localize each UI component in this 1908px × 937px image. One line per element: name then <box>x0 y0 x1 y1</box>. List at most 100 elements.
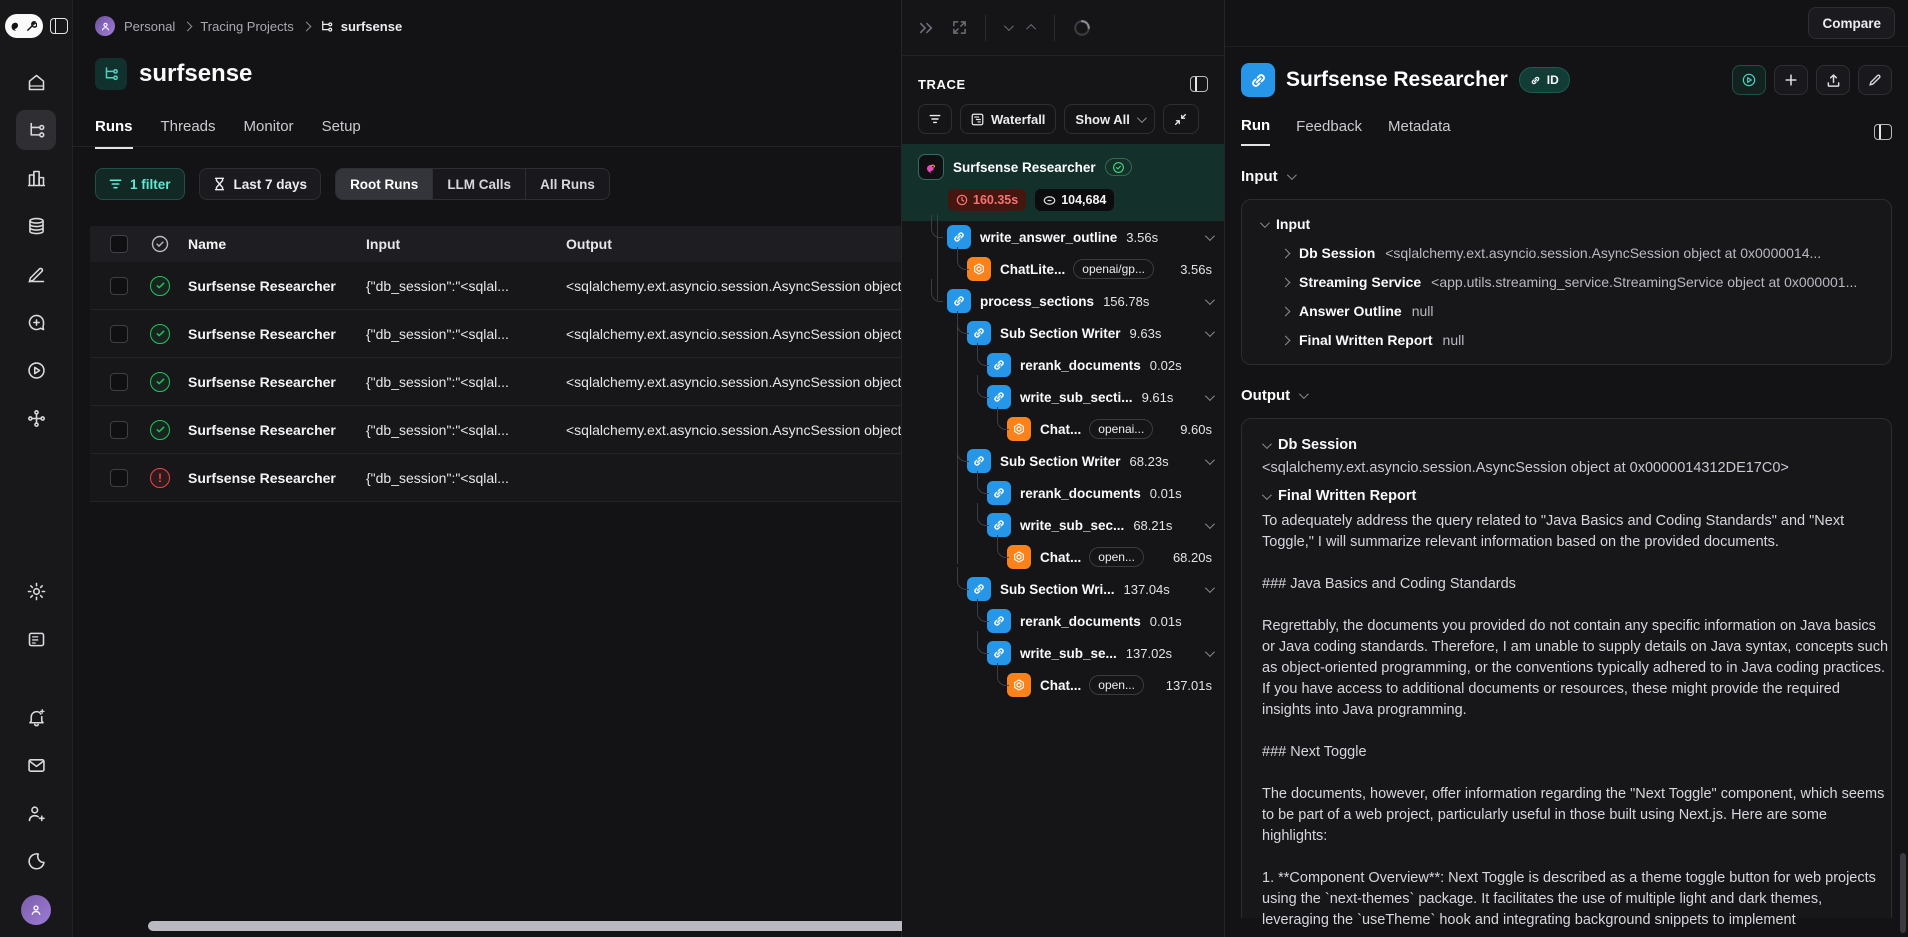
chevron-down-icon[interactable] <box>1205 327 1215 337</box>
tab-metadata[interactable]: Metadata <box>1388 118 1451 145</box>
open-in-playground-button[interactable] <box>1732 65 1766 95</box>
main-tab[interactable]: Setup <box>322 118 361 149</box>
tab-feedback[interactable]: Feedback <box>1296 118 1362 145</box>
run-name[interactable]: Surfsense Researcher <box>188 470 366 486</box>
trace-node-row[interactable]: Sub Section Writer 9.63s <box>902 317 1224 349</box>
segment-option[interactable]: LLM Calls <box>433 169 526 199</box>
sidebar-item-dashboards[interactable] <box>16 158 56 198</box>
chevron-down-icon[interactable] <box>1205 519 1215 529</box>
share-button[interactable] <box>1816 65 1850 95</box>
chevron-right-icon[interactable] <box>1282 277 1290 287</box>
collapse-all-button[interactable] <box>1163 104 1199 134</box>
add-to-dataset-button[interactable] <box>1774 65 1808 95</box>
horizontal-scrollbar[interactable] <box>148 921 966 931</box>
user-avatar[interactable] <box>21 895 51 925</box>
output-db-session-node[interactable]: Db Session <box>1262 437 1871 453</box>
run-id-badge[interactable]: ID <box>1519 67 1570 93</box>
trace-node-row[interactable]: rerank_documents 0.01s <box>902 477 1224 509</box>
next-run-chevron-icon[interactable] <box>1026 24 1036 34</box>
breadcrumb-tracing-projects[interactable]: Tracing Projects <box>200 19 293 34</box>
row-checkbox[interactable] <box>110 469 128 487</box>
breadcrumb-personal[interactable]: Personal <box>124 19 175 34</box>
table-row[interactable]: ! Surfsense Researcher {"db_session":"<s… <box>90 262 901 310</box>
trace-node-row[interactable]: write_sub_secti... 9.61s <box>902 381 1224 413</box>
date-range-button[interactable]: Last 7 days <box>199 168 322 200</box>
tab-run[interactable]: Run <box>1241 117 1270 146</box>
output-report-node[interactable]: Final Written Report <box>1262 488 1871 504</box>
trace-node-row[interactable]: Chat... open... 137.01s <box>902 669 1224 701</box>
prev-run-chevron-icon[interactable] <box>1004 21 1014 31</box>
edit-button[interactable] <box>1858 65 1892 95</box>
sidebar-item-annotations[interactable] <box>16 254 56 294</box>
run-name[interactable]: Surfsense Researcher <box>188 278 366 294</box>
sidebar-item-mail[interactable] <box>16 745 56 785</box>
sidebar-item-datasets[interactable] <box>16 206 56 246</box>
select-all-checkbox[interactable] <box>110 235 128 253</box>
chevron-down-icon[interactable] <box>1205 295 1215 305</box>
input-field-row[interactable]: Final Written Report null <box>1282 332 1873 348</box>
trace-node-row[interactable]: Sub Section Writer 68.23s <box>902 445 1224 477</box>
table-row[interactable]: ! Surfsense Researcher {"db_session":"<s… <box>90 406 901 454</box>
trace-node-row[interactable]: rerank_documents 0.01s <box>902 605 1224 637</box>
trace-node-row[interactable]: write_sub_se... 137.02s <box>902 637 1224 669</box>
segment-option[interactable]: Root Runs <box>336 169 433 199</box>
input-field-row[interactable]: Streaming Service <app.utils.streaming_s… <box>1282 274 1873 290</box>
column-header-output[interactable]: Output <box>566 236 901 252</box>
sidebar-item-invite-user[interactable] <box>16 793 56 833</box>
table-row[interactable]: ! Surfsense Researcher {"db_session":"<s… <box>90 358 901 406</box>
run-name[interactable]: Surfsense Researcher <box>188 422 366 438</box>
sidebar-item-dark-mode[interactable] <box>16 841 56 881</box>
input-root-node[interactable]: Input <box>1260 216 1873 232</box>
trace-node-row[interactable]: rerank_documents 0.02s <box>902 349 1224 381</box>
chevron-right-icon[interactable] <box>1282 306 1290 316</box>
sidebar-item-home[interactable] <box>16 62 56 102</box>
row-checkbox[interactable] <box>110 277 128 295</box>
waterfall-view-button[interactable]: Waterfall <box>960 104 1056 134</box>
table-row[interactable]: ! Surfsense Researcher {"db_session":"<s… <box>90 310 901 358</box>
segment-option[interactable]: All Runs <box>526 169 609 199</box>
chevron-down-icon[interactable] <box>1205 391 1215 401</box>
sidebar-item-notifications[interactable] <box>16 697 56 737</box>
sidebar-item-docs[interactable] <box>16 619 56 659</box>
sidebar-item-prompts[interactable] <box>16 302 56 342</box>
run-name[interactable]: Surfsense Researcher <box>188 374 366 390</box>
double-chevron-right-icon[interactable] <box>918 21 934 35</box>
collapse-sidebar-icon[interactable] <box>50 18 68 34</box>
row-checkbox[interactable] <box>110 325 128 343</box>
trace-node-row[interactable]: write_sub_sec... 68.21s <box>902 509 1224 541</box>
expand-fullscreen-icon[interactable] <box>952 20 967 35</box>
split-panel-icon[interactable] <box>1190 76 1208 92</box>
column-header-input[interactable]: Input <box>366 236 566 252</box>
trace-node-row[interactable]: process_sections 156.78s <box>902 285 1224 317</box>
trace-filter-button[interactable] <box>918 104 952 134</box>
trace-root-row[interactable]: Surfsense Researcher 160.35s 104,684 <box>902 144 1224 221</box>
show-all-dropdown[interactable]: Show All <box>1064 104 1154 134</box>
column-header-name[interactable]: Name <box>188 236 366 252</box>
input-field-row[interactable]: Answer Outline null <box>1282 303 1873 319</box>
langsmith-logo[interactable] <box>5 14 43 38</box>
vertical-scrollbar[interactable] <box>1900 853 1906 933</box>
trace-node-row[interactable]: Sub Section Wri... 137.04s <box>902 573 1224 605</box>
row-checkbox[interactable] <box>110 421 128 439</box>
chevron-down-icon[interactable] <box>1205 455 1215 465</box>
trace-node-row[interactable]: Chat... openai... 9.60s <box>902 413 1224 445</box>
output-section-heading[interactable]: Output <box>1225 365 1908 404</box>
row-checkbox[interactable] <box>110 373 128 391</box>
filter-count-button[interactable]: 1 filter <box>95 168 185 200</box>
sidebar-item-tracing-projects[interactable] <box>16 110 56 150</box>
main-tab[interactable]: Threads <box>161 118 216 149</box>
breadcrumb-current[interactable]: surfsense <box>319 19 402 34</box>
chevron-right-icon[interactable] <box>1282 335 1290 345</box>
trace-node-row[interactable]: write_answer_outline 3.56s <box>902 221 1224 253</box>
compare-button[interactable]: Compare <box>1808 7 1895 39</box>
main-tab[interactable]: Monitor <box>244 118 294 149</box>
chevron-right-icon[interactable] <box>1282 248 1290 258</box>
main-tab[interactable]: Runs <box>95 118 133 149</box>
input-section-heading[interactable]: Input <box>1225 146 1908 185</box>
chevron-down-icon[interactable] <box>1205 231 1215 241</box>
sidebar-item-deployments[interactable] <box>16 398 56 438</box>
input-field-row[interactable]: Db Session <sqlalchemy.ext.asyncio.sessi… <box>1282 245 1873 261</box>
split-panel-icon[interactable] <box>1874 124 1892 140</box>
sidebar-item-playground[interactable] <box>16 350 56 390</box>
sidebar-item-settings[interactable] <box>16 571 56 611</box>
